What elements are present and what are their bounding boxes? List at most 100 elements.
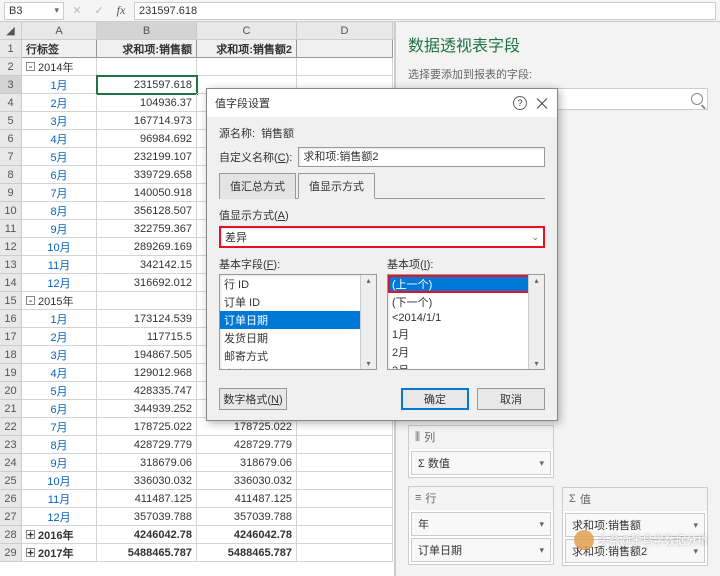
cell[interactable]: 411487.125 bbox=[197, 490, 297, 508]
cell[interactable]: 8月 bbox=[22, 436, 97, 454]
cell[interactable] bbox=[297, 436, 393, 454]
cell[interactable]: 4月 bbox=[22, 130, 97, 148]
cell[interactable]: 289269.169 bbox=[97, 238, 197, 256]
col-header-B[interactable]: B bbox=[97, 22, 197, 39]
cell[interactable] bbox=[297, 508, 393, 526]
close-icon[interactable] bbox=[535, 96, 549, 110]
cell[interactable]: 2月 bbox=[22, 328, 97, 346]
cell[interactable]: 232199.107 bbox=[97, 148, 197, 166]
cell[interactable]: 10月 bbox=[22, 238, 97, 256]
cell[interactable]: 428729.779 bbox=[97, 436, 197, 454]
cell[interactable]: 5488465.787 bbox=[97, 544, 197, 562]
name-box[interactable]: B3▾ bbox=[4, 2, 64, 20]
row-header[interactable]: 10 bbox=[0, 202, 22, 220]
cell[interactable]: 9月 bbox=[22, 220, 97, 238]
tab-summarize[interactable]: 值汇总方式 bbox=[219, 173, 296, 199]
rows-drop-zone[interactable]: ≡行 年▾ 订单日期▾ bbox=[408, 486, 554, 565]
row-header[interactable]: 20 bbox=[0, 382, 22, 400]
list-item[interactable]: (上一个) bbox=[388, 275, 544, 293]
cell[interactable]: 10月 bbox=[22, 472, 97, 490]
cell[interactable]: 8月 bbox=[22, 202, 97, 220]
cell[interactable] bbox=[297, 40, 393, 58]
list-item[interactable]: 邮寄方式 bbox=[220, 347, 376, 365]
cancel-button[interactable]: 取消 bbox=[477, 388, 545, 410]
formula-input[interactable]: 231597.618 bbox=[134, 2, 716, 20]
row-header[interactable]: 21 bbox=[0, 400, 22, 418]
cell[interactable]: 11月 bbox=[22, 490, 97, 508]
row-header[interactable]: 11 bbox=[0, 220, 22, 238]
row-header[interactable]: 22 bbox=[0, 418, 22, 436]
row-header[interactable]: 5 bbox=[0, 112, 22, 130]
select-all-corner[interactable]: ◢ bbox=[0, 22, 22, 39]
row-header[interactable]: 19 bbox=[0, 364, 22, 382]
cell[interactable]: 129012.968 bbox=[97, 364, 197, 382]
row-header[interactable]: 25 bbox=[0, 472, 22, 490]
col-header-C[interactable]: C bbox=[197, 22, 297, 39]
fx-icon[interactable]: fx bbox=[112, 2, 130, 20]
ok-button[interactable]: 确定 bbox=[401, 388, 469, 410]
row-header[interactable]: 14 bbox=[0, 274, 22, 292]
row-header[interactable]: 24 bbox=[0, 454, 22, 472]
col-header-D[interactable]: D bbox=[297, 22, 393, 39]
cell[interactable]: 4月 bbox=[22, 364, 97, 382]
row-header[interactable]: 12 bbox=[0, 238, 22, 256]
cell[interactable]: 342142.15 bbox=[97, 256, 197, 274]
cell[interactable]: 7月 bbox=[22, 184, 97, 202]
cell[interactable]: 3月 bbox=[22, 346, 97, 364]
row-header[interactable]: 7 bbox=[0, 148, 22, 166]
list-item[interactable]: 行 ID bbox=[220, 275, 376, 293]
cell[interactable]: 96984.692 bbox=[97, 130, 197, 148]
number-format-button[interactable]: 数字格式(N) bbox=[219, 388, 287, 410]
cell[interactable]: 357039.788 bbox=[97, 508, 197, 526]
cell[interactable]: 339729.658 bbox=[97, 166, 197, 184]
cell[interactable]: 357039.788 bbox=[197, 508, 297, 526]
list-item[interactable]: 订单 ID bbox=[220, 293, 376, 311]
cell[interactable] bbox=[297, 526, 393, 544]
cell[interactable]: -2014年 bbox=[22, 58, 97, 76]
list-item[interactable]: 2月 bbox=[388, 343, 544, 361]
cell[interactable]: 344939.252 bbox=[97, 400, 197, 418]
cell[interactable]: 1月 bbox=[22, 76, 97, 94]
values-drop-zone[interactable]: Σ值 求和项:销售额▾ 求和项:销售额2▾ bbox=[562, 487, 708, 566]
col-header-A[interactable]: A bbox=[22, 22, 97, 39]
cell[interactable]: 11月 bbox=[22, 256, 97, 274]
cell[interactable] bbox=[297, 58, 393, 76]
cell[interactable]: 5月 bbox=[22, 148, 97, 166]
row-header[interactable]: 16 bbox=[0, 310, 22, 328]
cell[interactable]: 12月 bbox=[22, 274, 97, 292]
cell[interactable]: 411487.125 bbox=[97, 490, 197, 508]
zone-item-values[interactable]: Σ 数值▾ bbox=[411, 451, 551, 475]
row-header[interactable]: 6 bbox=[0, 130, 22, 148]
show-as-combo[interactable]: 差异⌄ bbox=[219, 226, 545, 248]
help-icon[interactable]: ? bbox=[513, 96, 527, 110]
cell[interactable]: 117715.5 bbox=[97, 328, 197, 346]
cell[interactable]: 5488465.787 bbox=[197, 544, 297, 562]
list-item[interactable]: 客户 ID bbox=[220, 365, 376, 370]
row-header[interactable]: 8 bbox=[0, 166, 22, 184]
cell[interactable]: 178725.022 bbox=[97, 418, 197, 436]
cell[interactable] bbox=[197, 58, 297, 76]
row-header[interactable]: 3 bbox=[0, 76, 22, 94]
list-item[interactable]: 发货日期 bbox=[220, 329, 376, 347]
row-header[interactable]: 4 bbox=[0, 94, 22, 112]
zone-item-year[interactable]: 年▾ bbox=[411, 512, 551, 536]
row-header[interactable]: 13 bbox=[0, 256, 22, 274]
cell[interactable]: 318679.06 bbox=[97, 454, 197, 472]
cell[interactable]: 428335.747 bbox=[97, 382, 197, 400]
custom-name-input[interactable]: 求和项:销售额2 bbox=[298, 147, 545, 167]
list-item[interactable]: <2014/1/1 bbox=[388, 311, 544, 325]
cell[interactable] bbox=[297, 454, 393, 472]
cell[interactable]: 322759.367 bbox=[97, 220, 197, 238]
cell[interactable]: 428729.779 bbox=[197, 436, 297, 454]
row-header[interactable]: 27 bbox=[0, 508, 22, 526]
cell[interactable]: 6月 bbox=[22, 400, 97, 418]
row-header[interactable]: 2 bbox=[0, 58, 22, 76]
row-header[interactable]: 17 bbox=[0, 328, 22, 346]
cell[interactable]: 173124.539 bbox=[97, 310, 197, 328]
cell[interactable]: 7月 bbox=[22, 418, 97, 436]
row-header[interactable]: 18 bbox=[0, 346, 22, 364]
cell[interactable]: 4246042.78 bbox=[97, 526, 197, 544]
columns-drop-zone[interactable]: ⫼列 Σ 数值▾ bbox=[408, 425, 554, 478]
list-item[interactable]: 3月 bbox=[388, 361, 544, 370]
cell[interactable]: 104936.37 bbox=[97, 94, 197, 112]
